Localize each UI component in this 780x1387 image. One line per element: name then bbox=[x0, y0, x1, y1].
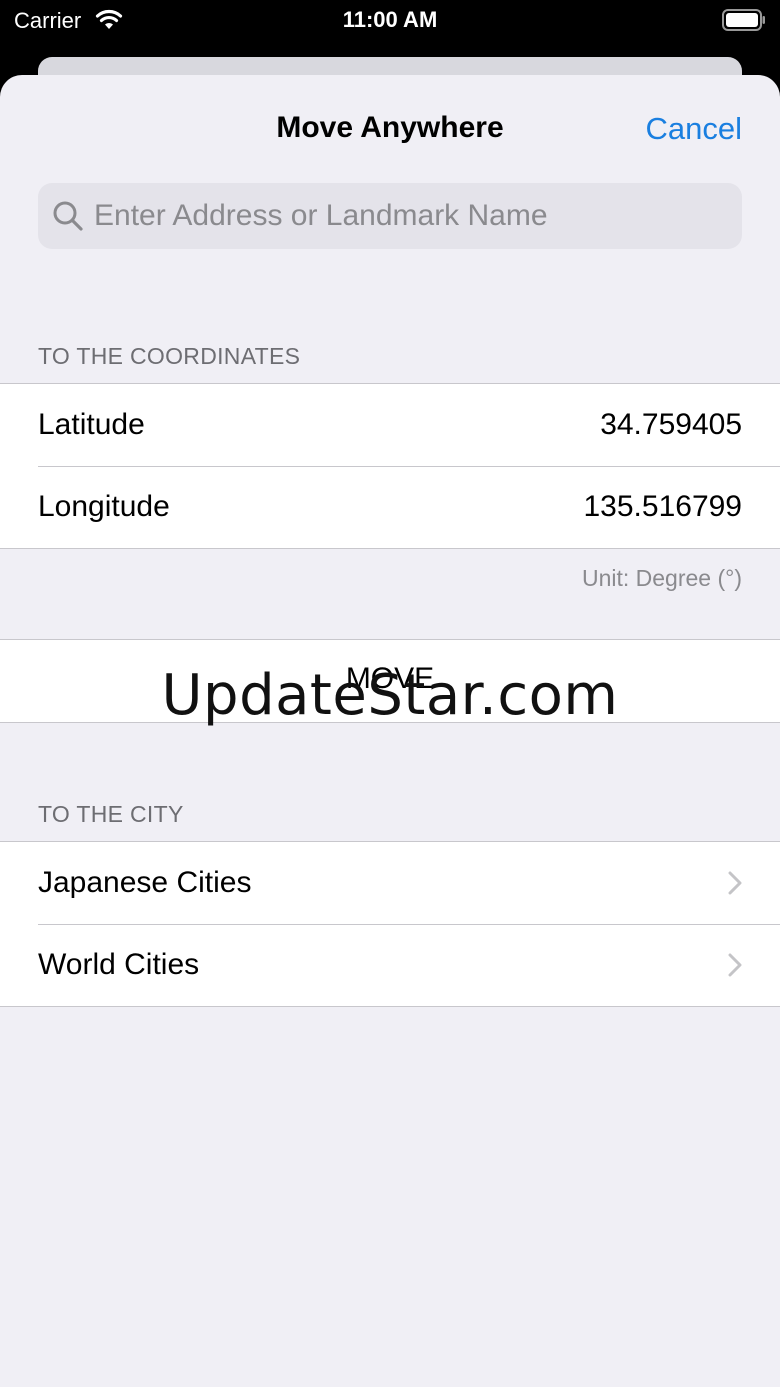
unit-note: Unit: Degree (°) bbox=[581, 565, 742, 591]
chevron-right-icon bbox=[728, 871, 742, 895]
list-item-japanese-cities[interactable]: Japanese Cities bbox=[0, 842, 780, 924]
search-input[interactable] bbox=[94, 183, 734, 249]
city-group: Japanese Cities World Cities bbox=[0, 841, 780, 1007]
move-button-label: MOVE bbox=[345, 662, 435, 695]
status-time: 11:00 AM bbox=[342, 7, 438, 32]
longitude-label: Longitude bbox=[38, 490, 170, 523]
coordinates-section-header: TO THE COORDINATES bbox=[38, 343, 301, 369]
longitude-row[interactable]: Longitude 135.516799 bbox=[0, 466, 780, 548]
latitude-value[interactable]: 34.759405 bbox=[600, 408, 742, 442]
latitude-label: Latitude bbox=[38, 408, 145, 441]
city-section-header: TO THE CITY bbox=[38, 801, 184, 827]
list-item-world-cities[interactable]: World Cities bbox=[0, 924, 780, 1006]
coordinates-group: Latitude 34.759405 Longitude 135.516799 bbox=[0, 383, 780, 549]
status-bar: Carrier 11:00 AM bbox=[0, 0, 780, 40]
move-anywhere-sheet: Move Anywhere Cancel TO THE COORDINATES … bbox=[0, 75, 780, 1387]
chevron-right-icon bbox=[728, 953, 742, 977]
battery-icon bbox=[722, 9, 765, 31]
list-item-label: World Cities bbox=[38, 948, 200, 981]
move-button[interactable]: MOVE bbox=[0, 639, 780, 723]
search-bar[interactable] bbox=[38, 183, 742, 249]
cancel-button[interactable]: Cancel bbox=[646, 111, 743, 147]
longitude-value[interactable]: 135.516799 bbox=[584, 490, 743, 524]
latitude-row[interactable]: Latitude 34.759405 bbox=[0, 384, 780, 466]
list-item-label: Japanese Cities bbox=[38, 866, 252, 899]
search-icon bbox=[53, 201, 83, 231]
